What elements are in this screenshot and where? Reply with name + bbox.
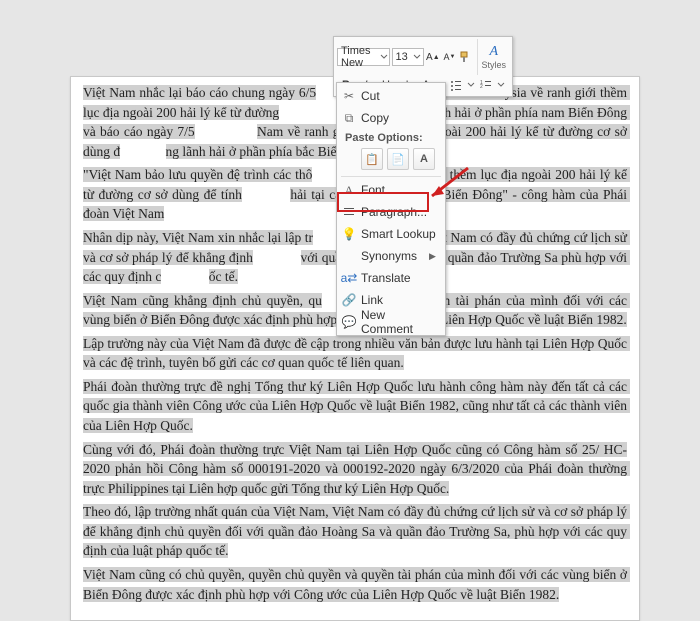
paragraph-8: Theo đó, lập trường nhất quán của Việt N…: [83, 502, 627, 561]
context-menu: ✂ Cut ⧉ Copy Paste Options: 📋 📄 A A Font…: [336, 82, 446, 336]
menu-paragraph[interactable]: Paragraph...: [337, 201, 445, 223]
svg-text:2: 2: [480, 84, 483, 90]
menu-separator: [341, 176, 441, 177]
chevron-down-icon[interactable]: [467, 82, 475, 88]
styles-icon: A: [489, 44, 498, 60]
grow-font-button[interactable]: A▲: [426, 48, 441, 66]
paste-merge-button[interactable]: 📄: [387, 148, 409, 170]
styles-label: Styles: [481, 60, 506, 70]
format-painter-button[interactable]: [459, 48, 474, 66]
chevron-down-icon[interactable]: [379, 49, 388, 65]
font-size-combo[interactable]: 13: [392, 48, 424, 66]
scissors-icon: ✂: [337, 89, 361, 103]
paragraph-5: Lập trường này của Việt Nam đã được đề c…: [83, 334, 627, 373]
numbering-button[interactable]: 12: [477, 76, 495, 94]
paste-keep-formatting-button[interactable]: 📋: [361, 148, 383, 170]
menu-new-comment[interactable]: 💬 New Comment: [337, 311, 445, 333]
bullets-button[interactable]: [447, 76, 465, 94]
font-icon: A: [337, 183, 361, 198]
chevron-down-icon[interactable]: [411, 49, 423, 65]
paste-options-row: 📋 📄 A: [337, 146, 445, 174]
chevron-right-icon: ▶: [429, 251, 439, 262]
chevron-down-icon[interactable]: [497, 82, 505, 88]
paragraph-7: Cùng với đó, Phái đoàn thường trực Việt …: [83, 440, 627, 499]
copy-icon: ⧉: [337, 111, 361, 126]
menu-cut[interactable]: ✂ Cut: [337, 85, 445, 107]
menu-font[interactable]: A Font...: [337, 179, 445, 201]
paragraph-9: Việt Nam cũng có chủ quyền, quyền chủ qu…: [83, 565, 627, 604]
menu-translate[interactable]: a⇄ Translate: [337, 267, 445, 289]
font-name-combo[interactable]: Times New: [337, 48, 390, 66]
menu-copy[interactable]: ⧉ Copy: [337, 107, 445, 129]
paragraph-6: Phái đoàn thường trực đề nghị Tổng thư k…: [83, 377, 627, 436]
font-size-value: 13: [393, 51, 411, 63]
menu-smart-lookup[interactable]: 💡 Smart Lookup: [337, 223, 445, 245]
styles-button[interactable]: A Styles: [477, 39, 509, 75]
menu-synonyms[interactable]: Synonyms ▶: [337, 245, 445, 267]
link-icon: 🔗: [337, 293, 361, 307]
comment-icon: 💬: [337, 315, 361, 329]
lightbulb-icon: 💡: [337, 227, 361, 241]
shrink-font-button[interactable]: A▼: [442, 48, 457, 66]
font-name-value: Times New: [338, 45, 379, 69]
paragraph-icon: [337, 206, 361, 218]
paste-options-header: Paste Options:: [337, 129, 445, 146]
paste-text-only-button[interactable]: A: [413, 148, 435, 170]
translate-icon: a⇄: [337, 271, 361, 285]
